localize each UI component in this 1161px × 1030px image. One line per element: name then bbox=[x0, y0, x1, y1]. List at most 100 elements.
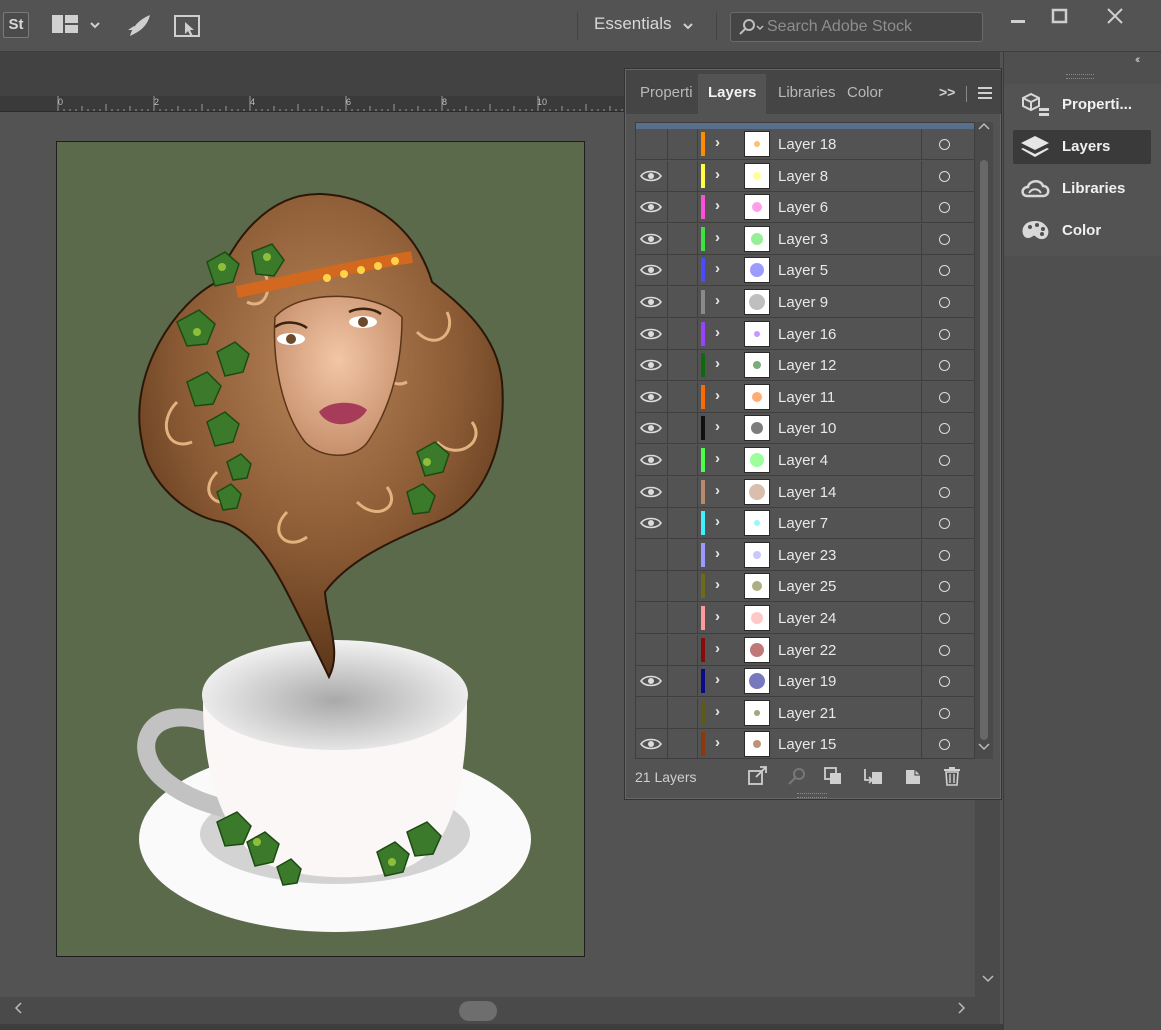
chevron-right-icon[interactable]: › bbox=[715, 608, 720, 625]
target-cell[interactable] bbox=[921, 160, 974, 191]
target-cell[interactable] bbox=[921, 508, 974, 539]
dock-item-libraries[interactable]: Libraries bbox=[1013, 172, 1151, 206]
layer-row[interactable]: › Layer 14 bbox=[636, 476, 974, 508]
search-input[interactable] bbox=[767, 16, 977, 38]
tab-color[interactable]: Color bbox=[847, 84, 883, 101]
target-cell[interactable] bbox=[921, 729, 974, 758]
layer-row[interactable]: › Layer 15 bbox=[636, 729, 974, 758]
lock-toggle[interactable] bbox=[668, 508, 698, 539]
target-cell[interactable] bbox=[921, 445, 974, 475]
create-new-layer-icon[interactable] bbox=[902, 766, 924, 786]
layer-row[interactable]: › Layer 23 bbox=[636, 539, 974, 571]
more-tabs-button[interactable]: >> bbox=[939, 84, 955, 100]
collect-for-export-icon[interactable] bbox=[747, 766, 769, 786]
lock-toggle[interactable] bbox=[668, 571, 698, 602]
chevron-right-icon[interactable]: › bbox=[715, 197, 720, 214]
lock-toggle[interactable] bbox=[668, 287, 698, 317]
target-cell[interactable] bbox=[921, 697, 974, 728]
visibility-toggle[interactable] bbox=[636, 223, 668, 254]
layer-name[interactable]: Layer 6 bbox=[778, 199, 828, 216]
layer-row[interactable]: › Layer 11 bbox=[636, 381, 974, 413]
layer-row[interactable]: › Layer 5 bbox=[636, 255, 974, 287]
layer-row[interactable]: › Layer 24 bbox=[636, 603, 974, 634]
gpu-performance-icon[interactable] bbox=[126, 12, 154, 40]
layer-row[interactable]: › Layer 10 bbox=[636, 413, 974, 445]
layer-name[interactable]: Layer 22 bbox=[778, 642, 836, 659]
layer-name[interactable]: Layer 15 bbox=[778, 736, 836, 753]
chevron-right-icon[interactable]: › bbox=[715, 703, 720, 720]
layer-row[interactable]: › Layer 8 bbox=[636, 160, 974, 192]
layer-row[interactable]: › Layer 4 bbox=[636, 445, 974, 476]
target-cell[interactable] bbox=[921, 192, 974, 223]
layer-name[interactable]: Layer 10 bbox=[778, 420, 836, 437]
close-icon[interactable] bbox=[1102, 6, 1130, 28]
layer-row[interactable]: › Layer 19 bbox=[636, 666, 974, 698]
lock-toggle[interactable] bbox=[668, 697, 698, 728]
visibility-toggle[interactable] bbox=[636, 508, 668, 539]
target-cell[interactable] bbox=[921, 476, 974, 507]
collapse-dock-icon[interactable]: ‹‹ bbox=[1135, 54, 1141, 66]
layer-name[interactable]: Layer 14 bbox=[778, 484, 836, 501]
arrange-documents-button[interactable] bbox=[52, 13, 104, 37]
workspace-switcher[interactable]: Essentials bbox=[594, 14, 704, 40]
visibility-toggle[interactable] bbox=[636, 350, 668, 381]
target-cell[interactable] bbox=[921, 223, 974, 254]
visibility-toggle[interactable] bbox=[636, 634, 668, 665]
chevron-right-icon[interactable]: › bbox=[715, 513, 720, 530]
target-cell[interactable] bbox=[921, 287, 974, 317]
scroll-thumb[interactable] bbox=[980, 160, 988, 740]
visibility-toggle[interactable] bbox=[636, 255, 668, 286]
canvas-horizontal-scrollbar[interactable] bbox=[0, 997, 1000, 1024]
layer-list-scrollbar[interactable] bbox=[975, 122, 993, 759]
target-circle-icon[interactable] bbox=[939, 265, 950, 277]
visibility-toggle[interactable] bbox=[636, 381, 668, 412]
layer-name[interactable]: Layer 23 bbox=[778, 547, 836, 564]
layer-name[interactable]: Layer 11 bbox=[778, 389, 835, 406]
visibility-toggle[interactable] bbox=[636, 287, 668, 317]
chevron-right-icon[interactable]: › bbox=[715, 166, 720, 183]
layer-row[interactable]: › Layer 16 bbox=[636, 318, 974, 350]
target-cell[interactable] bbox=[921, 381, 974, 412]
target-circle-icon[interactable] bbox=[939, 233, 950, 245]
visibility-toggle[interactable] bbox=[636, 413, 668, 444]
chevron-right-icon[interactable]: › bbox=[715, 260, 720, 277]
create-sublayer-icon[interactable] bbox=[862, 766, 884, 786]
layer-row[interactable]: › Layer 18 bbox=[636, 129, 974, 160]
visibility-toggle[interactable] bbox=[636, 697, 668, 728]
dock-item-properties[interactable]: Properti... bbox=[1013, 88, 1151, 122]
chevron-right-icon[interactable]: › bbox=[715, 387, 720, 404]
chevron-right-icon[interactable]: › bbox=[715, 640, 720, 657]
lock-toggle[interactable] bbox=[668, 318, 698, 349]
target-cell[interactable] bbox=[921, 666, 974, 697]
chevron-right-icon[interactable]: › bbox=[715, 292, 720, 309]
layer-row[interactable]: › Layer 9 bbox=[636, 287, 974, 318]
target-circle-icon[interactable] bbox=[939, 360, 950, 372]
panel-resize-grip[interactable] bbox=[797, 793, 827, 798]
layer-list[interactable]: › Layer 18 › Layer 8 › Layer 6 › Layer 3 › Layer … bbox=[635, 122, 975, 759]
scroll-right-icon[interactable] bbox=[957, 1001, 967, 1015]
adobe-stock-search[interactable] bbox=[730, 12, 983, 42]
target-circle-icon[interactable] bbox=[939, 423, 950, 435]
chevron-right-icon[interactable]: › bbox=[715, 418, 720, 435]
layer-name[interactable]: Layer 8 bbox=[778, 168, 828, 185]
target-cell[interactable] bbox=[921, 539, 974, 570]
target-cell[interactable] bbox=[921, 350, 974, 381]
visibility-toggle[interactable] bbox=[636, 192, 668, 223]
target-circle-icon[interactable] bbox=[939, 297, 950, 308]
visibility-toggle[interactable] bbox=[636, 129, 668, 159]
chevron-right-icon[interactable]: › bbox=[715, 355, 720, 372]
chevron-right-icon[interactable]: › bbox=[715, 576, 720, 593]
chevron-right-icon[interactable]: › bbox=[715, 482, 720, 499]
layer-row[interactable]: › Layer 12 bbox=[636, 350, 974, 382]
target-cell[interactable] bbox=[921, 571, 974, 602]
target-circle-icon[interactable] bbox=[939, 518, 950, 530]
lock-toggle[interactable] bbox=[668, 603, 698, 633]
lock-toggle[interactable] bbox=[668, 476, 698, 507]
visibility-toggle[interactable] bbox=[636, 729, 668, 758]
layer-name[interactable]: Layer 19 bbox=[778, 673, 836, 690]
layer-name[interactable]: Layer 9 bbox=[778, 294, 828, 311]
target-circle-icon[interactable] bbox=[939, 707, 950, 719]
layer-name[interactable]: Layer 4 bbox=[778, 452, 828, 469]
panel-menu-icon[interactable] bbox=[978, 87, 992, 99]
layer-name[interactable]: Layer 18 bbox=[778, 136, 836, 153]
